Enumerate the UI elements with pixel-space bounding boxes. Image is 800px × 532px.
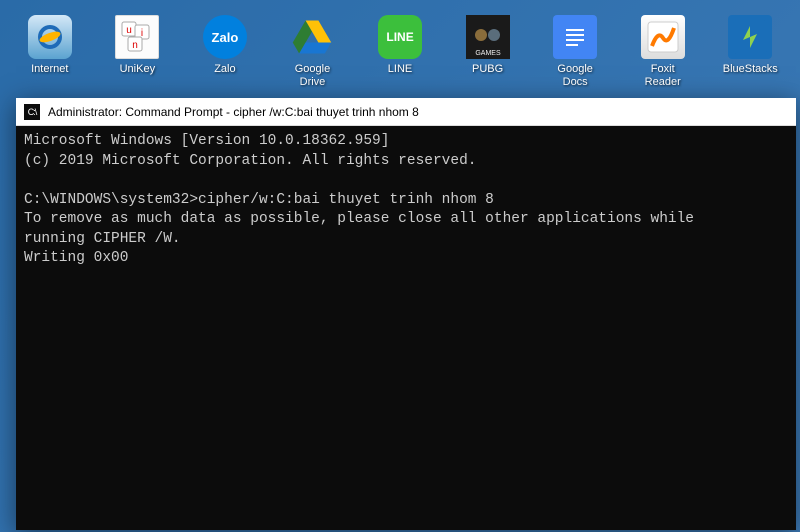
desktop-icon-foxit-reader[interactable]: Foxit Reader <box>633 15 693 89</box>
cmd-system-icon: C:\ <box>24 104 40 120</box>
icon-label: UniKey <box>120 63 155 76</box>
icon-label: Google Drive <box>283 63 343 89</box>
icon-label: LINE <box>388 63 412 76</box>
command-prompt-window[interactable]: C:\ Administrator: Command Prompt - ciph… <box>16 98 796 530</box>
icon-label: Internet <box>31 63 68 76</box>
desktop-icon-pubg[interactable]: GAMES PUBG <box>458 15 518 76</box>
desktop-icon-zalo[interactable]: Zalo Zalo <box>195 15 255 76</box>
pubg-icon: GAMES <box>466 15 510 59</box>
terminal-line: running CIPHER /W. <box>24 231 181 247</box>
window-title: Administrator: Command Prompt - cipher /… <box>48 105 419 119</box>
foxit-reader-icon <box>641 15 685 59</box>
terminal-line: (c) 2019 Microsoft Corporation. All righ… <box>24 153 476 169</box>
desktop-icon-line[interactable]: LINE LINE <box>370 15 430 76</box>
desktop-icon-internet-explorer[interactable]: Internet <box>20 15 80 76</box>
svg-text:GAMES: GAMES <box>475 50 501 57</box>
unikey-icon: uin <box>115 15 159 59</box>
terminal-output[interactable]: Microsoft Windows [Version 10.0.18362.95… <box>16 126 796 530</box>
desktop-icon-google-docs[interactable]: Google Docs <box>545 15 605 89</box>
terminal-line: C:\WINDOWS\system32>cipher/w:C:bai thuye… <box>24 192 494 208</box>
svg-text:u: u <box>127 25 133 36</box>
terminal-line: Writing 0x00 <box>24 250 128 266</box>
bluestacks-icon <box>728 15 772 59</box>
zalo-icon: Zalo <box>203 15 247 59</box>
desktop-icon-unikey[interactable]: uin UniKey <box>108 15 168 76</box>
icon-label: Zalo <box>214 63 235 76</box>
window-titlebar[interactable]: C:\ Administrator: Command Prompt - ciph… <box>16 98 796 126</box>
internet-explorer-icon <box>28 15 72 59</box>
icon-label: Foxit Reader <box>633 63 693 89</box>
terminal-line: Microsoft Windows [Version 10.0.18362.95… <box>24 133 389 149</box>
icon-label: BlueStacks <box>723 63 778 76</box>
icon-label: Google Docs <box>545 63 605 89</box>
terminal-line: To remove as much data as possible, plea… <box>24 211 694 227</box>
desktop-icons-area: Internet uin UniKey Zalo Zalo Google Dri… <box>0 0 800 94</box>
desktop-icon-bluestacks[interactable]: BlueStacks <box>721 15 781 76</box>
icon-label: PUBG <box>472 63 503 76</box>
svg-text:n: n <box>133 40 139 51</box>
google-drive-icon <box>290 15 334 59</box>
line-icon: LINE <box>378 15 422 59</box>
desktop-icon-google-drive[interactable]: Google Drive <box>283 15 343 89</box>
google-docs-icon <box>553 15 597 59</box>
